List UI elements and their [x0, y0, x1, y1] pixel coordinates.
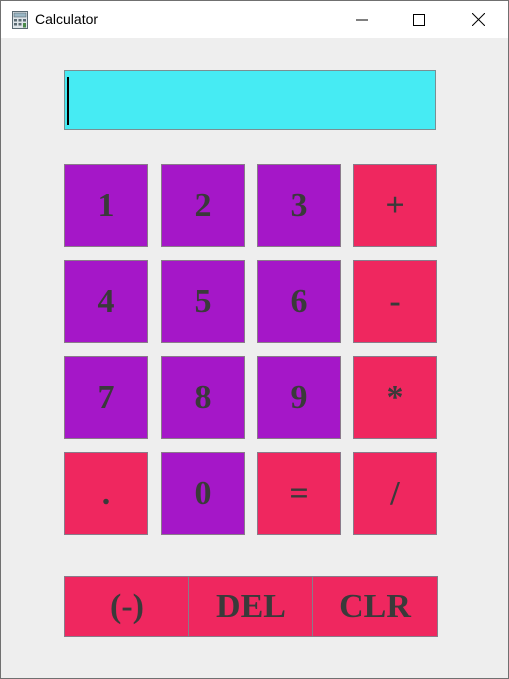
key-plus[interactable]: + — [353, 164, 437, 247]
close-button[interactable] — [455, 1, 501, 38]
key-6[interactable]: 6 — [257, 260, 341, 343]
title-bar[interactable]: Calculator — [1, 1, 508, 38]
calculator-icon — [12, 11, 28, 29]
key-8[interactable]: 8 — [161, 356, 245, 439]
maximize-button[interactable] — [396, 1, 442, 38]
key-equals[interactable]: = — [257, 452, 341, 535]
key-7[interactable]: 7 — [64, 356, 148, 439]
key-5[interactable]: 5 — [161, 260, 245, 343]
key-1[interactable]: 1 — [64, 164, 148, 247]
key-4[interactable]: 4 — [64, 260, 148, 343]
key-9[interactable]: 9 — [257, 356, 341, 439]
key-0[interactable]: 0 — [161, 452, 245, 535]
window-title: Calculator — [35, 11, 99, 27]
key-minus[interactable]: - — [353, 260, 437, 343]
text-caret — [67, 77, 69, 125]
display-field[interactable] — [64, 70, 436, 130]
key-3[interactable]: 3 — [257, 164, 341, 247]
calculator-window: Calculator 1 2 3 + 4 5 6 - 7 8 9 * . 0 =… — [0, 0, 509, 679]
maximize-icon — [413, 13, 425, 26]
key-multiply[interactable]: * — [353, 356, 437, 439]
key-divide[interactable]: / — [353, 452, 437, 535]
clear-button[interactable]: CLR — [312, 576, 438, 637]
minimize-icon — [356, 19, 368, 20]
key-decimal[interactable]: . — [64, 452, 148, 535]
minimize-button[interactable] — [339, 1, 385, 38]
key-2[interactable]: 2 — [161, 164, 245, 247]
negate-button[interactable]: (-) — [64, 576, 190, 637]
delete-button[interactable]: DEL — [188, 576, 314, 637]
close-icon — [471, 13, 485, 26]
